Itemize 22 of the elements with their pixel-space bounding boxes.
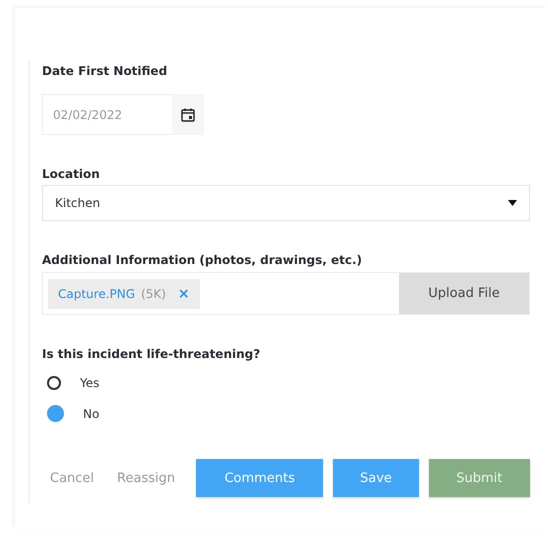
radio-button[interactable]: [47, 376, 61, 390]
action-button[interactable]: Comments: [196, 459, 324, 497]
field-label: Additional Information (photos, drawings, etc.): [42, 253, 363, 267]
file-field[interactable]: Capture.PNG (5K) × Upload File: [42, 272, 530, 315]
radio-button[interactable]: [47, 405, 64, 422]
upload-button[interactable]: Upload File: [399, 273, 529, 314]
link-button[interactable]: Reassign: [112, 459, 180, 497]
option-label[interactable]: No: [83, 406, 100, 420]
calendar-icon[interactable]: [181, 108, 195, 122]
action-button[interactable]: Submit: [428, 459, 530, 497]
file-name[interactable]: Capture.PNG: [58, 286, 136, 300]
date-field[interactable]: 02/02/2022: [42, 94, 172, 135]
caret-icon: [508, 200, 517, 206]
link-button[interactable]: Cancel: [45, 459, 100, 497]
location-select[interactable]: Kitchen: [42, 185, 530, 221]
remove-button[interactable]: ×: [172, 286, 190, 302]
field-label: Date First Notified: [42, 64, 168, 78]
field-label: Location: [42, 167, 101, 181]
option-label[interactable]: Yes: [80, 376, 100, 390]
file-size: (5K): [141, 286, 166, 300]
question-label: Is this incident life-threatening?: [42, 347, 262, 361]
action-button[interactable]: Save: [333, 459, 419, 497]
